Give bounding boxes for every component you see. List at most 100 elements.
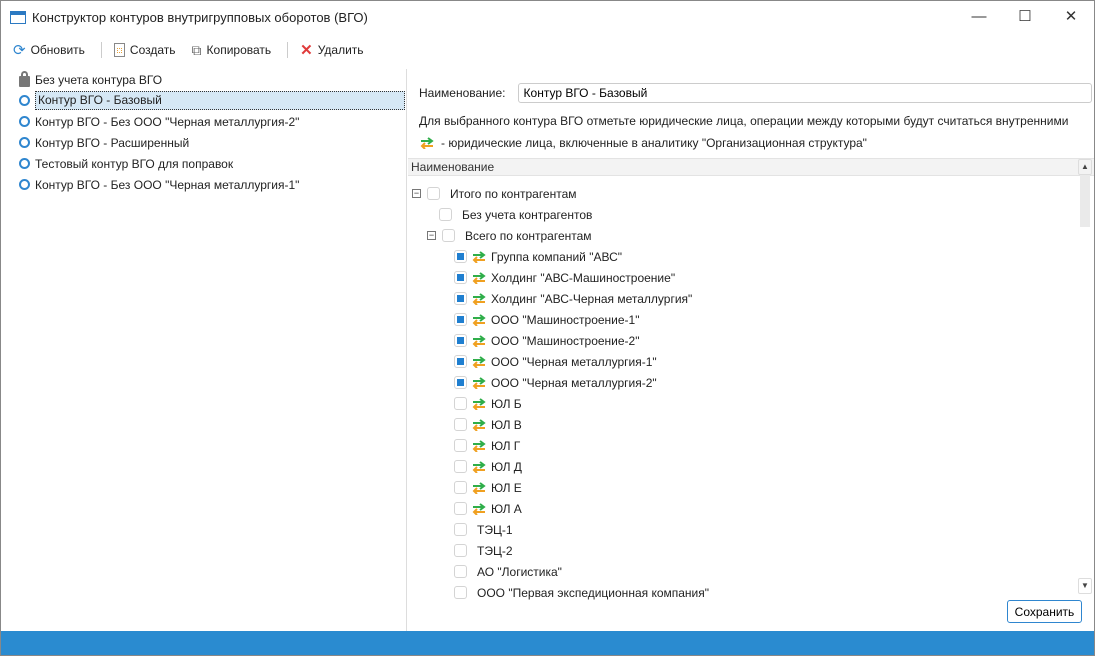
contour-icon bbox=[19, 116, 30, 127]
contour-details: Наименование: Для выбранного контура ВГО… bbox=[408, 69, 1094, 631]
row-label: ООО "Первая экспедиционная компания" bbox=[477, 585, 710, 600]
row-label: Холдинг "АВС-Черная металлургия" bbox=[491, 291, 693, 306]
row-checkbox[interactable] bbox=[454, 355, 467, 368]
divider bbox=[287, 42, 289, 58]
row-checkbox[interactable] bbox=[427, 187, 440, 200]
tree-row[interactable]: ООО "Машиностроение-2" bbox=[454, 330, 639, 351]
name-input[interactable] bbox=[517, 83, 1092, 103]
tree-row[interactable]: ЮЛ В bbox=[454, 414, 522, 435]
delete-button[interactable]: ✕ Удалить bbox=[300, 41, 363, 59]
org-structure-icon bbox=[472, 250, 486, 263]
tree-row[interactable]: ТЭЦ-2 bbox=[454, 540, 513, 561]
contour-icon bbox=[19, 137, 30, 148]
tree-row[interactable]: ООО "Черная металлургия-1" bbox=[454, 351, 657, 372]
org-structure-icon bbox=[472, 355, 486, 368]
row-checkbox[interactable] bbox=[454, 502, 467, 515]
row-checkbox[interactable] bbox=[454, 376, 467, 389]
new-document-icon bbox=[113, 43, 125, 57]
org-structure-icon bbox=[472, 334, 486, 347]
tree-row[interactable]: ЮЛ А bbox=[454, 498, 522, 519]
contour-item[interactable]: Контур ВГО - Без ООО "Черная металлургия… bbox=[1, 111, 406, 132]
org-structure-icon bbox=[420, 137, 434, 149]
row-checkbox[interactable] bbox=[454, 271, 467, 284]
tree-row[interactable]: ЮЛ Б bbox=[454, 393, 522, 414]
row-label: Итого по контрагентам bbox=[450, 186, 577, 201]
tree-row[interactable]: Без учета контрагентов bbox=[439, 204, 592, 225]
row-label: Всего по контрагентам bbox=[465, 228, 592, 243]
tree-row[interactable]: ООО "Черная металлургия-2" bbox=[454, 372, 657, 393]
status-bar bbox=[1, 631, 1094, 655]
org-structure-icon bbox=[472, 502, 486, 515]
row-label: ТЭЦ-1 bbox=[477, 522, 513, 537]
refresh-icon: ⟳ bbox=[13, 42, 26, 59]
tree-row[interactable]: ЮЛ Д bbox=[454, 456, 522, 477]
collapse-toggle[interactable]: − bbox=[427, 231, 436, 240]
row-checkbox[interactable] bbox=[454, 460, 467, 473]
row-checkbox[interactable] bbox=[454, 481, 467, 494]
row-checkbox[interactable] bbox=[454, 418, 467, 431]
entity-tree: Наименование − Итого по контрагентам Без у… bbox=[408, 158, 1094, 600]
close-button[interactable]: ✕ bbox=[1048, 1, 1094, 31]
scroll-up-icon[interactable]: ▲ bbox=[1078, 159, 1092, 175]
tree-row[interactable]: Холдинг "АВС-Черная металлургия" bbox=[454, 288, 692, 309]
row-label: ООО "Машиностроение-2" bbox=[491, 333, 640, 348]
contour-item[interactable]: Контур ВГО - Базовый bbox=[1, 90, 406, 111]
scroll-down-icon[interactable]: ▼ bbox=[1078, 578, 1092, 594]
row-checkbox[interactable] bbox=[454, 397, 467, 410]
delete-icon: ✕ bbox=[300, 42, 313, 59]
contour-icon bbox=[19, 158, 30, 169]
org-structure-icon bbox=[472, 481, 486, 494]
row-label: Холдинг "АВС-Машиностроение" bbox=[491, 270, 676, 285]
title-bar: Конструктор контуров внутригрупповых обо… bbox=[1, 1, 1094, 33]
row-checkbox[interactable] bbox=[454, 586, 467, 599]
row-label: ЮЛ Б bbox=[491, 396, 522, 411]
refresh-button[interactable]: ⟳ Обновить bbox=[13, 41, 85, 59]
contour-item[interactable]: Контур ВГО - Расширенный bbox=[1, 132, 406, 153]
row-checkbox[interactable] bbox=[439, 208, 452, 221]
row-checkbox[interactable] bbox=[454, 292, 467, 305]
row-checkbox[interactable] bbox=[454, 313, 467, 326]
row-label: ЮЛ Д bbox=[491, 459, 522, 474]
create-button[interactable]: Создать bbox=[113, 43, 176, 57]
contour-icon bbox=[19, 95, 30, 106]
org-structure-icon bbox=[472, 376, 486, 389]
tree-row[interactable]: Холдинг "АВС-Машиностроение" bbox=[454, 267, 675, 288]
tree-row[interactable]: АО "Логистика" bbox=[454, 561, 562, 582]
contour-icon bbox=[19, 179, 30, 190]
row-label: Без учета контрагентов bbox=[462, 207, 593, 222]
save-button[interactable]: Сохранить bbox=[1007, 600, 1082, 623]
contour-item[interactable]: Без учета контура ВГО bbox=[1, 69, 406, 90]
tree-row[interactable]: ЮЛ Г bbox=[454, 435, 520, 456]
copy-icon: ⧉ bbox=[191, 41, 202, 58]
maximize-button[interactable]: ☐ bbox=[1002, 1, 1048, 31]
tree-row[interactable]: Группа компаний "АВС" bbox=[454, 246, 622, 267]
row-checkbox[interactable] bbox=[454, 565, 467, 578]
tree-row[interactable]: − Всего по контрагентам bbox=[427, 225, 592, 246]
row-checkbox[interactable] bbox=[454, 544, 467, 557]
tree-row[interactable]: ООО "Машиностроение-1" bbox=[454, 309, 639, 330]
vertical-scrollbar[interactable]: ▲ ▼ bbox=[1078, 159, 1092, 594]
row-checkbox[interactable] bbox=[454, 439, 467, 452]
tree-row[interactable]: ТЭЦ-1 bbox=[454, 519, 513, 540]
contour-item[interactable]: Тестовый контур ВГО для поправок bbox=[1, 153, 406, 174]
scroll-thumb[interactable] bbox=[1080, 175, 1090, 227]
divider bbox=[100, 42, 102, 58]
minimize-button[interactable]: — bbox=[956, 1, 1002, 31]
org-structure-icon bbox=[472, 418, 486, 431]
row-label: Группа компаний "АВС" bbox=[491, 249, 623, 264]
row-checkbox[interactable] bbox=[454, 334, 467, 347]
row-label: ЮЛ Е bbox=[491, 480, 522, 495]
tree-row[interactable]: ООО "Первая экспедиционная компания" bbox=[454, 582, 709, 603]
row-checkbox[interactable] bbox=[442, 229, 455, 242]
row-checkbox[interactable] bbox=[454, 523, 467, 536]
row-label: ООО "Черная металлургия-2" bbox=[491, 375, 657, 390]
contour-item[interactable]: Контур ВГО - Без ООО "Черная металлургия… bbox=[1, 174, 406, 195]
hint-text: Для выбранного контура ВГО отметьте юрид… bbox=[419, 114, 1069, 128]
column-header[interactable]: Наименование bbox=[408, 159, 1094, 176]
tree-row[interactable]: ЮЛ Е bbox=[454, 477, 522, 498]
org-structure-icon bbox=[472, 397, 486, 410]
row-checkbox[interactable] bbox=[454, 250, 467, 263]
collapse-toggle[interactable]: − bbox=[412, 189, 421, 198]
copy-button[interactable]: ⧉ Копировать bbox=[192, 42, 272, 59]
tree-row[interactable]: − Итого по контрагентам bbox=[412, 183, 577, 204]
